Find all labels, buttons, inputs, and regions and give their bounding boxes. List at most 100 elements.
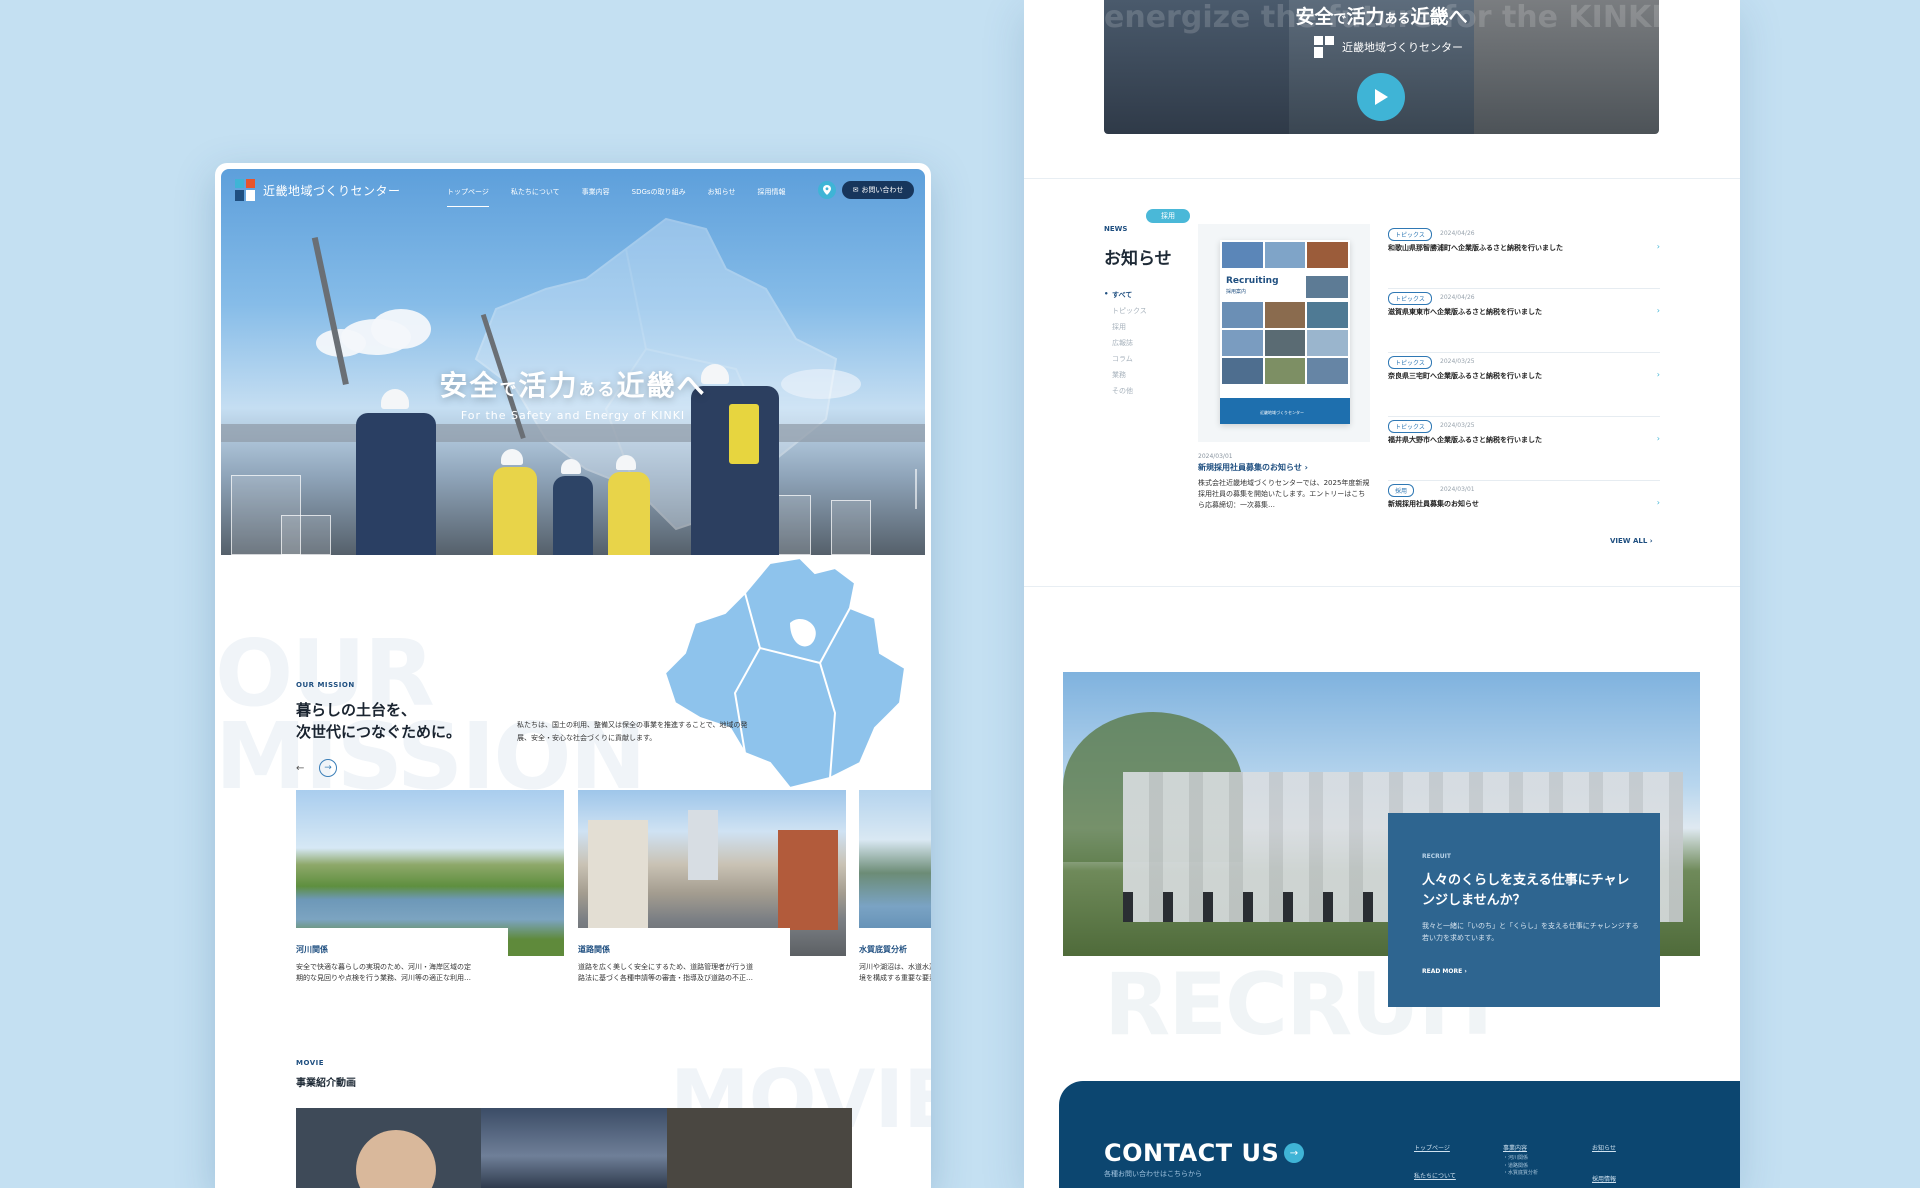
hero-section: 近畿地域づくりセンター トップページ 私たちについて 事業内容 SDGsの取り組… <box>221 169 925 555</box>
video-title-part: ある <box>1384 12 1411 27</box>
mission-text: 私たちは、国土の利用、整備又は保全の事業を推進することで、地域の発展、安全・安心… <box>517 721 748 743</box>
news-item[interactable]: 採用 2024/03/01 新規採用社員募集のお知らせ › <box>1388 481 1660 545</box>
scroll-indicator <box>915 469 917 509</box>
hero-subtitle: For the Safety and Energy of KINKI <box>460 409 686 422</box>
nav-top[interactable]: トップページ <box>447 187 489 207</box>
video-title-part: 近畿へ <box>1410 6 1468 28</box>
news-category-topics[interactable]: トピックス <box>1104 306 1147 322</box>
business-card-river[interactable]: 河川関係 安全で快適な暮らしの実現のため、河川・海岸区域の定期的な見回りや点検を… <box>296 790 564 982</box>
cover-title: Recruiting <box>1226 276 1279 286</box>
news-item[interactable]: トピックス 2024/03/25 奈良県三宅町へ企業版ふるさと納税を行いました … <box>1388 353 1660 417</box>
card-title[interactable]: 河川関係 <box>296 944 328 955</box>
cover-subtitle: 採用案内 <box>1226 289 1247 295</box>
contact-subtitle: 各種お問い合わせはこちらから <box>1104 1170 1202 1178</box>
read-more-link[interactable]: READ MORE › <box>1422 968 1467 975</box>
news-category-business[interactable]: 業務 <box>1104 370 1147 386</box>
homepage-mockup-top: 近畿地域づくりセンター トップページ 私たちについて 事業内容 SDGsの取り組… <box>215 163 931 1188</box>
chevron-right-icon: › <box>1656 306 1660 315</box>
news-category-other[interactable]: その他 <box>1104 386 1147 402</box>
nav-recruit[interactable]: 採用情報 <box>757 187 785 197</box>
footer-nav-news[interactable]: お知らせ <box>1592 1143 1616 1152</box>
video-logo-text: 近畿地域づくりセンター <box>1342 41 1463 54</box>
footer-nav-business[interactable]: 事業内容 <box>1503 1143 1527 1152</box>
mission-title: 暮らしの土台を、 次世代につなぐために。 <box>296 700 461 744</box>
news-text: 福井県大野市へ企業版ふるさと納税を行いました <box>1388 436 1542 444</box>
movie-thumbnail[interactable] <box>296 1108 852 1188</box>
card-title[interactable]: 水質底質分析 <box>859 944 907 955</box>
hero-title-part: 近畿へ <box>616 369 707 402</box>
recruit-panel: RECRUIT 人々のくらしを支える仕事にチャレンジしませんか？ 我々と一緒に「… <box>1388 813 1660 1007</box>
movie-title: 事業紹介動画 <box>296 1078 356 1089</box>
chevron-right-icon: › <box>1656 498 1660 507</box>
news-item[interactable]: トピックス 2024/04/26 和歌山県那智勝浦町へ企業版ふるさと納税を行いま… <box>1388 225 1660 289</box>
news-tag: 採用 <box>1388 484 1415 497</box>
contact-button[interactable]: ✉ お問い合わせ <box>842 181 914 199</box>
mission-title-line: 暮らしの土台を、 <box>296 701 417 719</box>
footer-nav-top[interactable]: トップページ <box>1414 1143 1450 1152</box>
news-category-magazine[interactable]: 広報誌 <box>1104 338 1147 354</box>
news-tag: トピックス <box>1388 420 1432 433</box>
chevron-right-icon: › <box>1656 434 1660 443</box>
news-item[interactable]: トピックス 2024/03/25 福井県大野市へ企業版ふるさと納税を行いました … <box>1388 417 1660 481</box>
map-pin-icon[interactable] <box>818 181 836 199</box>
play-icon[interactable] <box>1357 73 1405 121</box>
footer-sub-item[interactable]: ・河川関係 <box>1503 1155 1538 1163</box>
recruit-label: RECRUIT <box>1422 853 1451 860</box>
hero-title-part: で <box>499 380 519 400</box>
section-divider <box>1024 178 1740 179</box>
news-category-column[interactable]: コラム <box>1104 354 1147 370</box>
news-category-all[interactable]: すべて <box>1104 290 1147 306</box>
arrow-right-icon[interactable]: → <box>1284 1143 1304 1163</box>
kinki-region-map <box>663 556 907 790</box>
news-text: 滋賀県東東市へ企業版ふるさと納税を行いました <box>1388 308 1542 316</box>
footer-sub-item[interactable]: ・水質底質分析 <box>1503 1170 1538 1178</box>
feature-text: 株式会社近畿地域づくりセンターでは、2025年度新規採用社員の募集を開始いたしま… <box>1198 479 1370 510</box>
nav-sdgs[interactable]: SDGsの取り組み <box>632 187 686 197</box>
video-title-part: 安全 <box>1295 6 1334 28</box>
site-logo[interactable]: 近畿地域づくりセンター <box>235 179 401 201</box>
business-card-water[interactable]: 水質底質分析 河川や湖沼は、水道水源として重要な役割を担い、水環境を構成する重要… <box>859 790 931 982</box>
video-title: 安全で活力ある近畿へ <box>1104 2 1659 29</box>
movie-label: MOVIE <box>296 1059 325 1067</box>
contact-title[interactable]: CONTACT US <box>1104 1139 1279 1167</box>
video-title-part: で <box>1333 12 1347 27</box>
recruit-title: 人々のくらしを支える仕事にチャレンジしませんか？ <box>1422 873 1630 908</box>
arrow-right-icon[interactable]: → <box>319 759 337 777</box>
news-text: 新規採用社員募集のお知らせ <box>1388 500 1479 508</box>
card-title[interactable]: 道路関係 <box>578 944 610 955</box>
main-nav: トップページ 私たちについて 事業内容 SDGsの取り組み お知らせ 採用情報 <box>447 187 785 207</box>
chevron-right-icon: › <box>1656 370 1660 379</box>
footer-nav-about[interactable]: 私たちについて <box>1414 1171 1456 1180</box>
intro-video[interactable]: energize the future for the KINKI 安全で活力あ… <box>1104 0 1659 134</box>
news-date: 2024/04/26 <box>1440 230 1475 237</box>
video-logo: 近畿地域づくりセンター <box>1314 36 1463 58</box>
card-text: 河川や湖沼は、水道水源として重要な役割を担い、水環境を構成する重要な要素となって… <box>859 963 931 983</box>
news-tag: トピックス <box>1388 356 1432 369</box>
mission-title-line: 次世代につなぐために。 <box>296 722 462 741</box>
featured-news-card[interactable]: Recruiting 採用案内 近畿地域づくりセンター <box>1198 224 1370 442</box>
feature-title[interactable]: 新規採用社員募集のお知らせ › <box>1198 462 1308 473</box>
view-all-link[interactable]: VIEW ALL › <box>1610 537 1653 545</box>
footer-nav-recruit[interactable]: 採用情報 <box>1592 1174 1616 1183</box>
view-all-label: VIEW ALL <box>1610 537 1648 545</box>
recruit-badge: 採用 <box>1146 209 1190 223</box>
nav-news[interactable]: お知らせ <box>708 187 736 197</box>
arrow-left-icon[interactable]: ← <box>296 763 304 774</box>
chevron-right-icon: › <box>1649 537 1653 545</box>
news-date: 2024/04/26 <box>1440 294 1475 301</box>
nav-business[interactable]: 事業内容 <box>582 187 610 197</box>
feature-date: 2024/03/01 <box>1198 453 1233 460</box>
nav-about[interactable]: 私たちについて <box>511 187 560 197</box>
mail-icon: ✉ <box>852 186 859 194</box>
logo-mark-icon <box>235 179 257 201</box>
footer-sub-item[interactable]: ・道路関係 <box>1503 1163 1538 1171</box>
business-card-road[interactable]: 道路関係 道路を広く美しく安全にするため、道路管理者が行う道路法に基づく各種申請… <box>578 790 846 982</box>
contact-button-label: お問い合わせ <box>861 186 904 194</box>
news-category-list: すべて トピックス 採用 広報誌 コラム 業務 その他 <box>1104 290 1147 402</box>
news-item[interactable]: トピックス 2024/04/26 滋賀県東東市へ企業版ふるさと納税を行いました … <box>1388 289 1660 353</box>
homepage-mockup-lower: energize the future for the KINKI 安全で活力あ… <box>1024 0 1740 1188</box>
video-title-part: 活力 <box>1346 6 1385 28</box>
recruit-text: 我々と一緒に「いのち」と「くらし」を支える仕事にチャレンジする若い力を求めていま… <box>1422 922 1639 942</box>
news-label: NEWS <box>1104 225 1128 233</box>
news-category-recruit[interactable]: 採用 <box>1104 322 1147 338</box>
